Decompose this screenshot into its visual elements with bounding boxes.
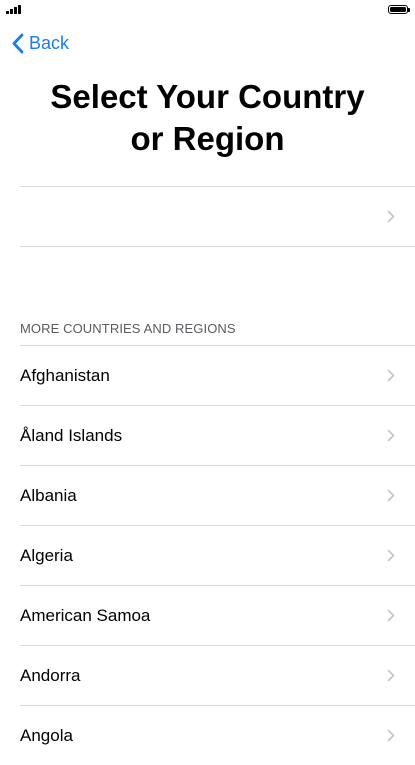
country-row-aland-islands[interactable]: Åland Islands bbox=[0, 405, 415, 465]
chevron-right-icon bbox=[387, 489, 395, 502]
country-row-andorra[interactable]: Andorra bbox=[0, 645, 415, 705]
page-title-line-2: or Region bbox=[130, 120, 285, 157]
chevron-right-icon bbox=[387, 609, 395, 622]
back-button[interactable]: Back bbox=[12, 30, 69, 56]
chevron-right-icon bbox=[387, 729, 395, 742]
page-title: Select Your Country or Region bbox=[0, 76, 415, 160]
chevron-right-icon bbox=[387, 369, 395, 382]
status-bar bbox=[0, 0, 415, 20]
divider bbox=[20, 246, 415, 247]
country-name: Angola bbox=[20, 726, 73, 745]
country-name: Åland Islands bbox=[20, 426, 123, 445]
country-name: Albania bbox=[20, 486, 77, 505]
chevron-right-icon bbox=[387, 210, 395, 223]
cellular-signal-icon bbox=[6, 5, 21, 14]
country-row-algeria[interactable]: Algeria bbox=[0, 525, 415, 585]
country-name: American Samoa bbox=[20, 606, 151, 625]
page-title-line-1: Select Your Country bbox=[50, 78, 365, 115]
chevron-right-icon bbox=[387, 429, 395, 442]
section-header: MORE COUNTRIES AND REGIONS bbox=[20, 321, 236, 336]
chevron-right-icon bbox=[387, 669, 395, 682]
country-row-angola[interactable]: Angola bbox=[0, 705, 415, 765]
country-name: Algeria bbox=[20, 546, 73, 565]
country-list: Afghanistan Åland Islands Albania Algeri… bbox=[0, 345, 415, 765]
country-row-american-samoa[interactable]: American Samoa bbox=[0, 585, 415, 645]
chevron-left-icon bbox=[12, 33, 24, 53]
country-name: Afghanistan bbox=[20, 366, 110, 385]
battery-icon bbox=[388, 5, 410, 14]
country-row-afghanistan[interactable]: Afghanistan bbox=[0, 345, 415, 405]
country-name: Andorra bbox=[20, 666, 81, 685]
country-row-albania[interactable]: Albania bbox=[0, 465, 415, 525]
suggested-country-row[interactable] bbox=[0, 187, 415, 246]
back-label: Back bbox=[29, 32, 70, 53]
chevron-right-icon bbox=[387, 549, 395, 562]
